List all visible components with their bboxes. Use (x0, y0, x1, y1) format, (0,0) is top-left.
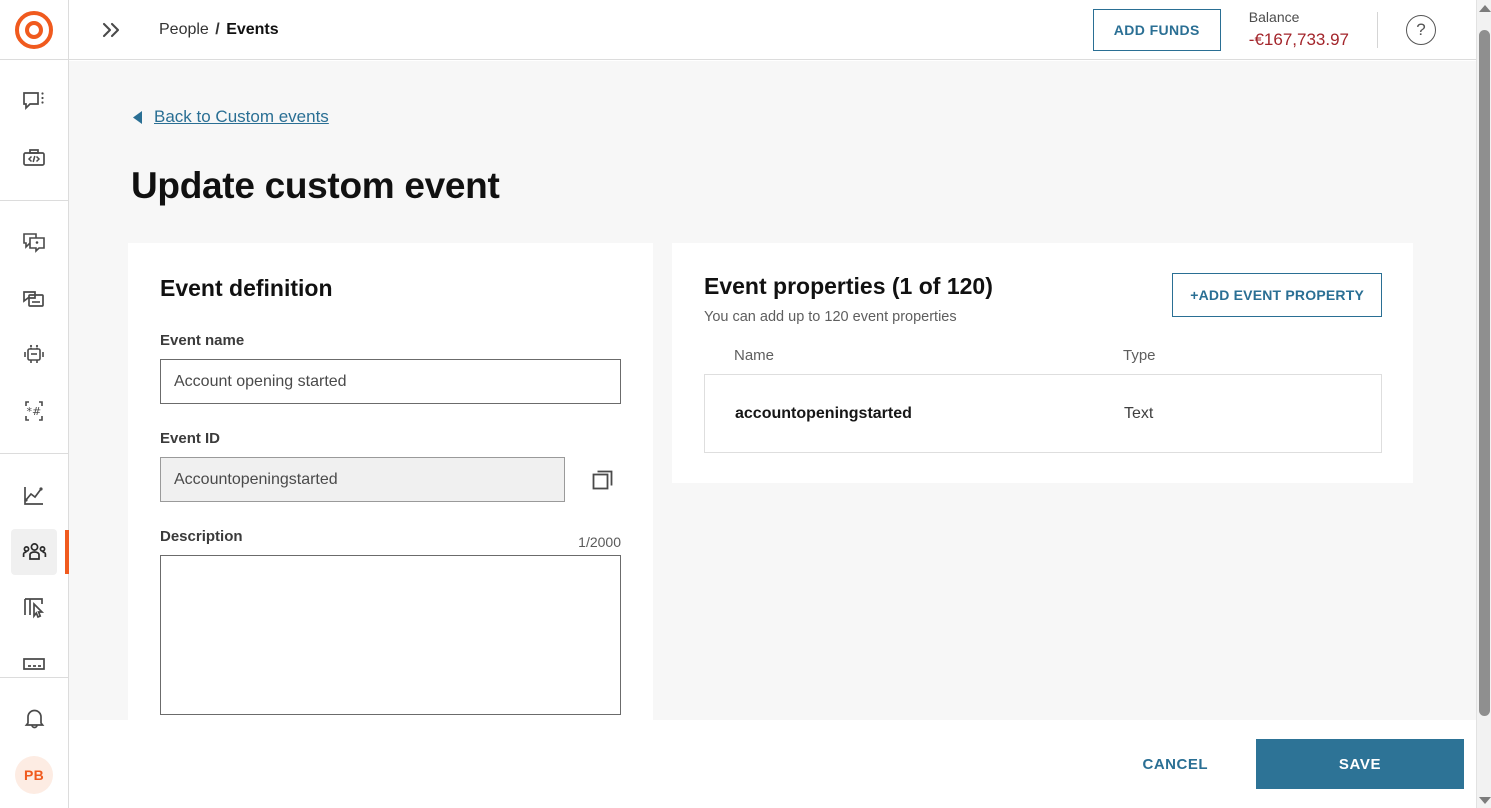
cancel-button[interactable]: CANCEL (1125, 742, 1227, 787)
breadcrumb-parent[interactable]: People (159, 21, 209, 38)
property-name-cell: accountopeningstarted (735, 404, 912, 422)
target-logo-icon (15, 10, 53, 49)
description-field-block: Description 1/2000 (160, 528, 621, 720)
sidebar-item-bots[interactable] (0, 327, 68, 383)
rail-group-engagement: *# (0, 201, 68, 454)
event-properties-title: Event properties (1 of 120) (704, 273, 993, 299)
help-icon[interactable]: ? (1406, 14, 1436, 45)
sidebar-item-analytics[interactable] (0, 468, 68, 524)
chat-bubble-dots-icon (21, 89, 47, 115)
rail-group-communication (0, 60, 68, 201)
panels-row: Event definition Event name Event ID (128, 243, 1476, 720)
bell-icon (22, 706, 47, 731)
panel-dots-icon (21, 657, 47, 671)
page-scrollbar[interactable] (1476, 0, 1491, 808)
top-bar-right: ADD FUNDS Balance -€167,733.97 ? (1092, 8, 1476, 51)
breadcrumb-separator: / (215, 20, 220, 38)
people-group-icon (21, 539, 48, 566)
balance-label: Balance (1248, 8, 1300, 25)
event-id-input[interactable] (160, 457, 565, 502)
sidebar-item-messages[interactable] (0, 74, 68, 130)
table-header-row: Name Type (704, 347, 1382, 374)
main-content: Back to Custom events Update custom even… (69, 61, 1476, 720)
robot-icon (21, 342, 47, 368)
page-title: Update custom event (131, 165, 500, 206)
copy-icon[interactable] (589, 466, 617, 494)
breadcrumb: People / Events (159, 21, 279, 39)
event-properties-heading-group: Event properties (1 of 120) You can add … (704, 273, 993, 325)
toolbox-code-icon (21, 145, 47, 171)
sidebar-item-developers[interactable] (0, 130, 68, 186)
scroll-down-arrow-icon[interactable] (1477, 792, 1491, 808)
scroll-up-arrow-icon[interactable] (1477, 0, 1491, 16)
event-properties-table: Name Type accountopeningstarted Text (704, 347, 1382, 453)
property-type-cell: Text (1124, 404, 1154, 422)
rail-bottom-section: PB (0, 677, 68, 808)
chevron-double-right-icon[interactable] (87, 20, 133, 40)
caret-left-icon (131, 110, 144, 125)
notifications-button[interactable] (0, 690, 68, 746)
scrollbar-thumb[interactable] (1479, 30, 1490, 716)
event-name-field-block: Event name (160, 332, 621, 404)
flow-cursor-icon (21, 595, 47, 621)
event-id-label: Event ID (160, 430, 221, 447)
rail-group-data (0, 454, 69, 706)
topbar-divider (1377, 11, 1378, 48)
description-label-row: Description 1/2000 (160, 528, 621, 555)
back-to-custom-events-link[interactable]: Back to Custom events (154, 107, 329, 127)
event-properties-header: Event properties (1 of 120) You can add … (704, 273, 1382, 325)
event-definition-card: Event definition Event name Event ID (128, 243, 653, 720)
top-bar: People / Events ADD FUNDS Balance -€167,… (69, 0, 1476, 60)
column-header-type: Type (1123, 347, 1156, 364)
sidebar-item-people[interactable] (0, 524, 69, 580)
event-name-label: Event name (160, 332, 245, 349)
add-event-property-button[interactable]: +ADD EVENT PROPERTY (1172, 273, 1382, 317)
event-definition-title: Event definition (160, 275, 333, 301)
multi-chat-star-icon (21, 230, 48, 257)
asterisk-hash-keypad-icon: *# (21, 398, 47, 424)
avatar[interactable]: PB (15, 756, 53, 794)
event-properties-card: Event properties (1 of 120) You can add … (672, 243, 1413, 483)
description-character-counter: 1/2000 (578, 533, 621, 550)
description-label: Description (160, 528, 243, 545)
sidebar-item-journeys[interactable] (0, 580, 68, 636)
event-name-input[interactable] (160, 359, 621, 404)
column-header-name: Name (734, 347, 775, 364)
app-root: *# PB People / Events ADD FUNDS Balance … (0, 0, 1491, 808)
left-nav-rail: *# PB (0, 0, 69, 808)
event-properties-subtitle: You can add up to 120 event properties (704, 309, 957, 325)
table-row[interactable]: accountopeningstarted Text (704, 374, 1382, 453)
save-button[interactable]: SAVE (1256, 739, 1464, 789)
breadcrumb-current: Events (226, 20, 279, 38)
sidebar-item-numbers[interactable]: *# (0, 383, 68, 439)
description-textarea[interactable] (160, 555, 621, 715)
sidebar-item-templates[interactable] (0, 271, 68, 327)
back-link-row[interactable]: Back to Custom events (69, 61, 1476, 127)
event-id-row (160, 457, 621, 502)
sidebar-item-campaigns[interactable] (0, 215, 68, 271)
chat-document-icon (21, 286, 47, 312)
app-logo[interactable] (0, 0, 68, 60)
svg-text:*#: *# (27, 405, 42, 418)
event-id-field-block: Event ID (160, 430, 621, 502)
target-logo-inner (25, 20, 43, 39)
line-chart-icon (21, 483, 47, 509)
footer-action-bar: CANCEL SAVE (69, 720, 1476, 808)
balance-display: Balance -€167,733.97 (1249, 9, 1349, 51)
add-funds-button[interactable]: ADD FUNDS (1092, 8, 1221, 51)
balance-value: -€167,733.97 (1248, 30, 1349, 50)
